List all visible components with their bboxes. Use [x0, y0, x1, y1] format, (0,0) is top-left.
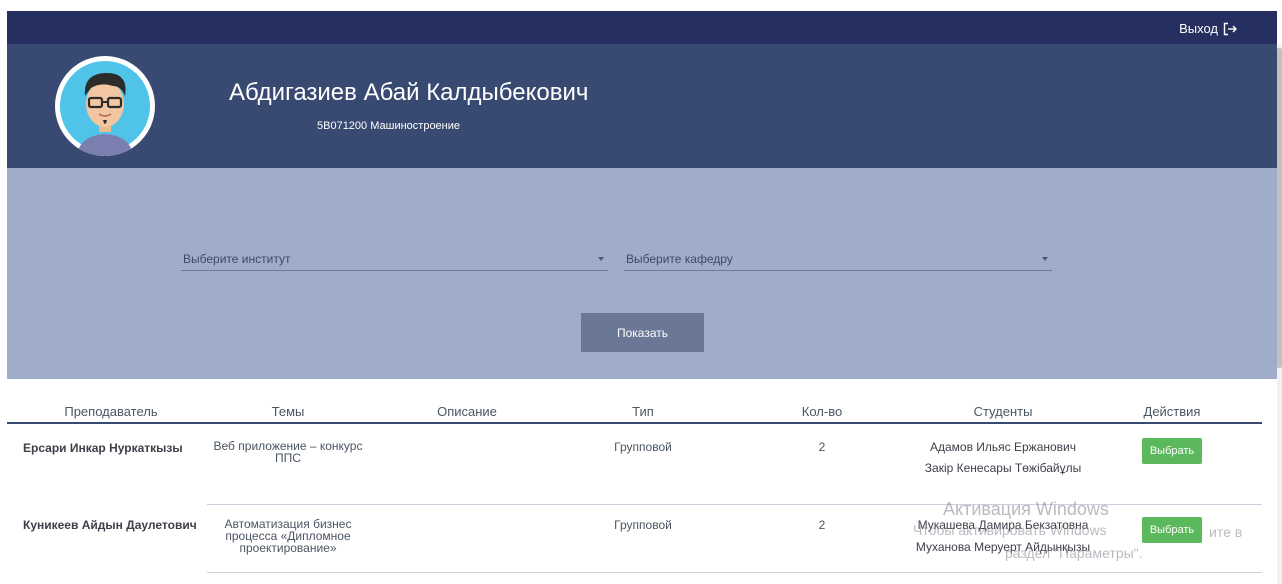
student-name-item: Мукашева Дамира Бекзатовна	[917, 518, 1089, 532]
count-text: 2	[818, 518, 826, 532]
student-name-item: Адамов Ильяс Ержанович	[929, 440, 1077, 454]
column-header-count: Кол-во	[801, 404, 843, 419]
institute-select[interactable]: Выберите институт	[181, 248, 608, 271]
column-header-description: Описание	[437, 404, 497, 419]
count-text: 2	[818, 440, 826, 454]
student-name-item: Закір Кенесары Төжібайұлы	[924, 461, 1082, 475]
select-topic-button[interactable]: Выбрать	[1142, 517, 1202, 543]
student-name: Абдигазиев Абай Калдыбекович	[229, 79, 589, 106]
teacher-name: Ерсари Инкар Нуркаткызы	[23, 441, 183, 455]
department-select[interactable]: Выберите кафедру	[624, 248, 1052, 271]
teacher-name: Куникеев Айдын Даулетович	[23, 518, 197, 532]
column-header-students: Студенты	[973, 404, 1033, 419]
top-bar: Выход	[7, 11, 1277, 44]
column-header-topics: Темы	[271, 404, 305, 419]
column-header-teacher: Преподаватель	[64, 404, 158, 419]
show-button[interactable]: Показать	[581, 313, 704, 352]
activation-watermark-title: Активация Windows	[943, 499, 1109, 519]
institute-select-placeholder: Выберите институт	[183, 252, 291, 266]
avatar-illustration-icon	[56, 57, 154, 156]
logout-icon	[1223, 22, 1237, 35]
page: Выход Абдигазиев Абай Калдыбекович 5В071…	[0, 0, 1282, 584]
row-divider	[207, 572, 1262, 573]
logout-link[interactable]: Выход	[1179, 21, 1237, 36]
table-header: Преподаватель Темы Описание Тип Кол-во С…	[7, 395, 1262, 424]
department-select-placeholder: Выберите кафедру	[626, 252, 733, 266]
topic-text: Автоматизация бизнес процесса «Дипломное…	[224, 517, 352, 555]
select-topic-button[interactable]: Выбрать	[1142, 438, 1202, 464]
student-major: 5В071200 Машиностроение	[317, 120, 461, 132]
row-divider	[207, 504, 1262, 505]
column-header-actions: Действия	[1143, 404, 1201, 419]
type-text: Групповой	[614, 518, 672, 532]
caret-down-icon	[1042, 257, 1048, 261]
column-header-type: Тип	[632, 404, 654, 419]
type-text: Групповой	[614, 440, 672, 454]
caret-down-icon	[598, 257, 604, 261]
logout-label: Выход	[1179, 21, 1218, 36]
topic-text: Веб приложение – конкурс ППС	[213, 439, 363, 465]
filter-panel: Выберите институт Выберите кафедру Показ…	[7, 168, 1277, 379]
profile-banner: Абдигазиев Абай Калдыбекович 5В071200 Ма…	[7, 44, 1277, 168]
student-name-item: Муханова Меруерт Айдынқызы	[915, 540, 1091, 554]
avatar	[55, 56, 155, 156]
scrollbar-thumb[interactable]	[1277, 48, 1282, 368]
activation-watermark-tail: ите в	[1209, 524, 1243, 540]
